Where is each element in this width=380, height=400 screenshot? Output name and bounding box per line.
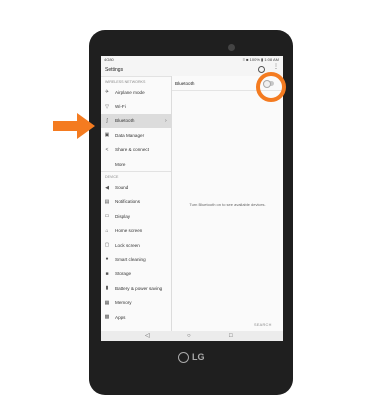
settings-item-label: Battery & power saving bbox=[115, 285, 163, 291]
data-manager-icon: ▣ bbox=[104, 132, 110, 139]
settings-item-sound[interactable]: ◀ Sound bbox=[101, 180, 171, 194]
lg-logo: LG bbox=[178, 352, 205, 364]
settings-item-label: Bluetooth bbox=[115, 118, 135, 124]
status-icons: ≡ ■ 100% ▮ 1:08 AM bbox=[242, 57, 279, 62]
settings-item-data-manager[interactable]: ▣ Data Manager bbox=[101, 128, 171, 142]
settings-item-memory[interactable]: ▦ Memory bbox=[101, 295, 171, 309]
settings-item-storage[interactable]: ■ Storage bbox=[101, 267, 171, 281]
settings-item-label: More bbox=[115, 161, 126, 167]
home-screen-icon: ⌂ bbox=[105, 227, 109, 234]
settings-item-smart-cleaning[interactable]: ● Smart cleaning bbox=[101, 252, 171, 266]
front-camera bbox=[228, 44, 235, 51]
memory-icon: ▦ bbox=[104, 299, 110, 306]
search-icon[interactable] bbox=[258, 66, 265, 73]
pointer-arrow-icon bbox=[53, 113, 95, 139]
settings-item-label: Share & connect bbox=[115, 147, 149, 153]
settings-item-label: Memory bbox=[115, 300, 132, 306]
sound-icon: ◀ bbox=[105, 184, 109, 191]
search-button[interactable]: SEARCH bbox=[254, 323, 272, 327]
status-bar: 4G80 ≡ ■ 100% ▮ 1:08 AM bbox=[101, 56, 283, 63]
back-icon[interactable]: ◁ bbox=[145, 333, 150, 339]
smart-cleaning-icon: ● bbox=[105, 256, 109, 263]
settings-item-label: Home screen bbox=[115, 228, 143, 234]
settings-item-label: Apps bbox=[115, 314, 126, 320]
settings-item-label: Wi-Fi bbox=[115, 104, 126, 110]
apps-icon: ▩ bbox=[104, 314, 110, 321]
settings-item-label: Smart cleaning bbox=[115, 256, 146, 262]
settings-item-label: Notifications bbox=[115, 199, 141, 205]
settings-item-lock-screen[interactable]: ▢ Lock screen bbox=[101, 238, 171, 252]
blank-icon bbox=[104, 161, 110, 167]
navigation-bar: ◁ ○ □ bbox=[101, 331, 283, 341]
settings-item-airplane-mode[interactable]: ✈ Airplane mode bbox=[101, 85, 171, 99]
chevron-right-icon: › bbox=[165, 117, 167, 124]
settings-item-display[interactable]: ▭ Display bbox=[101, 209, 171, 223]
settings-item-apps[interactable]: ▩ Apps bbox=[101, 310, 171, 324]
settings-item-share-connect[interactable]: < Share & connect bbox=[101, 143, 171, 157]
settings-menu: WIRELESS NETWORKS ✈ Airplane mode ▽ Wi-Fi ʃ Bl… bbox=[101, 76, 172, 331]
bluetooth-off-message: Turn Bluetooth on to see available devic… bbox=[189, 202, 266, 207]
display-icon: ▭ bbox=[104, 213, 110, 220]
settings-item-wi-fi[interactable]: ▽ Wi-Fi bbox=[101, 99, 171, 113]
lock-icon: ▢ bbox=[104, 242, 110, 249]
settings-item-bluetooth[interactable]: ʃ Bluetooth › bbox=[101, 113, 171, 129]
bluetooth-icon: ʃ bbox=[106, 117, 108, 124]
home-icon[interactable]: ○ bbox=[187, 333, 191, 339]
settings-item-label: Display bbox=[115, 213, 131, 219]
settings-item-label: Storage bbox=[115, 271, 132, 277]
wifi-icon: ▽ bbox=[105, 103, 109, 110]
section-header: WIRELESS NETWORKS bbox=[101, 76, 171, 85]
section-header: DEVICE bbox=[101, 171, 171, 180]
settings-item-label: Data Manager bbox=[115, 132, 145, 138]
page-title: Settings bbox=[105, 67, 124, 73]
settings-item-home-screen[interactable]: ⌂ Home screen bbox=[101, 224, 171, 238]
settings-item-label: Sound bbox=[115, 185, 129, 191]
share-icon: < bbox=[105, 146, 109, 153]
airplane-icon: ✈ bbox=[104, 89, 110, 96]
notifications-icon: ▤ bbox=[104, 198, 110, 205]
highlight-circle bbox=[256, 72, 286, 102]
settings-item-more[interactable]: More bbox=[101, 157, 171, 171]
carrier-label: 4G80 bbox=[104, 57, 114, 62]
storage-icon: ■ bbox=[105, 270, 109, 277]
bluetooth-title: Bluetooth bbox=[175, 81, 195, 86]
settings-item-label: Airplane mode bbox=[115, 89, 145, 95]
recents-icon[interactable]: □ bbox=[229, 333, 233, 339]
app-bar: Settings ⋮ bbox=[101, 63, 283, 76]
settings-item-notifications[interactable]: ▤ Notifications bbox=[101, 195, 171, 209]
settings-item-label: Lock screen bbox=[115, 242, 140, 248]
tablet-screen: 4G80 ≡ ■ 100% ▮ 1:08 AM Settings ⋮ WIREL… bbox=[101, 56, 283, 341]
bluetooth-detail-pane: Bluetooth Turn Bluetooth on to see avail… bbox=[172, 76, 283, 331]
battery-icon: ▮ bbox=[105, 285, 109, 292]
settings-item-battery-power-saving[interactable]: ▮ Battery & power saving bbox=[101, 281, 171, 295]
